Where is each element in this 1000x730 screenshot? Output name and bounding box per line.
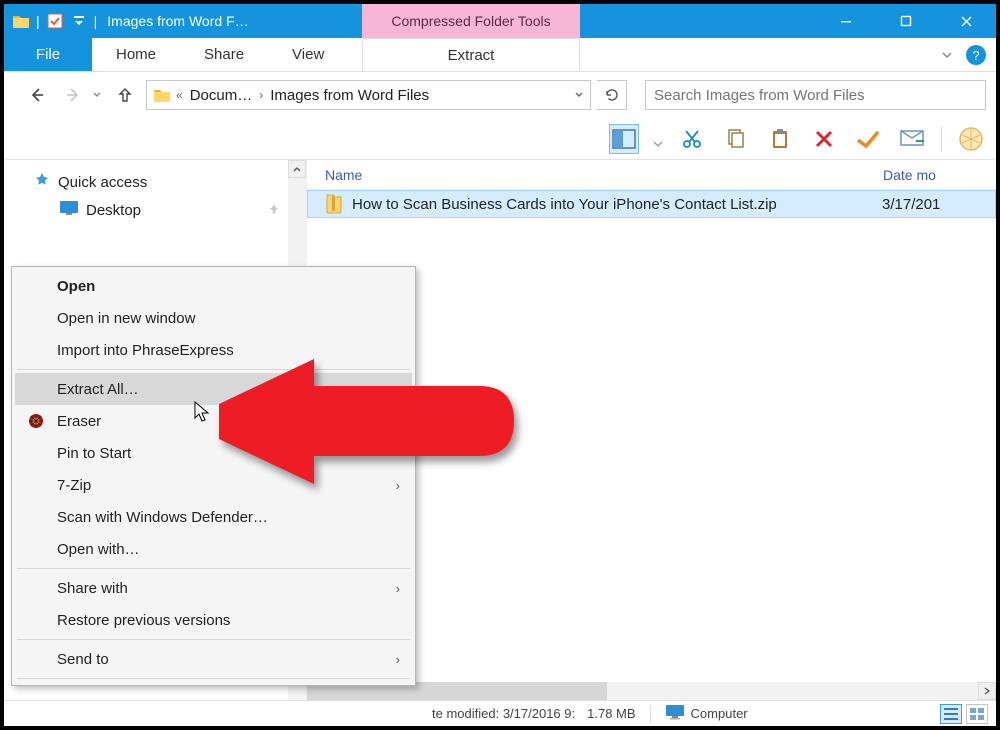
chevron-right-icon: › <box>396 652 400 667</box>
computer-icon <box>665 704 685 723</box>
folder-icon <box>12 12 30 30</box>
explorer-window: | | Images from Word F… Compressed Folde… <box>0 0 1000 730</box>
status-separator <box>650 705 651 723</box>
view-buttons <box>940 704 988 724</box>
checkbox-icon <box>46 12 64 30</box>
preview-pane-button[interactable] <box>609 124 639 154</box>
pin-icon <box>268 203 280 218</box>
status-modified-label: te modified: <box>432 706 499 721</box>
status-modified-value: 3/17/2016 9: <box>503 706 575 721</box>
toolbar <box>4 118 996 160</box>
menu-separator <box>17 568 410 569</box>
ribbon-collapse-icon[interactable] <box>940 38 954 72</box>
folder-icon <box>151 84 173 106</box>
menu-import-phraseexpress[interactable]: Import into PhraseExpress <box>15 334 412 366</box>
search-input[interactable] <box>645 80 986 110</box>
menu-eraser[interactable]: Eraser <box>15 405 412 437</box>
rename-button[interactable] <box>853 124 883 154</box>
column-date[interactable]: Date mo <box>877 167 996 183</box>
file-tab[interactable]: File <box>4 38 92 71</box>
maximize-button[interactable] <box>876 4 936 38</box>
scroll-right-button[interactable] <box>978 682 996 700</box>
chevron-right-icon: › <box>256 88 266 102</box>
address-bar[interactable]: « Docum… › Images from Word Files <box>146 80 591 110</box>
menu-scan-defender[interactable]: Scan with Windows Defender… <box>15 501 412 533</box>
address-bar-row: « Docum… › Images from Word Files <box>4 72 996 118</box>
file-date: 3/17/201 <box>876 196 940 213</box>
paste-button[interactable] <box>765 124 795 154</box>
back-button[interactable] <box>22 80 52 110</box>
forward-button[interactable] <box>58 80 88 110</box>
menu-extract-all[interactable]: Extract All… <box>15 373 412 405</box>
cut-button[interactable] <box>677 124 707 154</box>
menu-open-with[interactable]: Open with… <box>15 533 412 565</box>
file-name: How to Scan Business Cards into Your iPh… <box>346 196 876 213</box>
file-row[interactable]: How to Scan Business Cards into Your iPh… <box>307 190 996 218</box>
home-tab[interactable]: Home <box>92 38 180 71</box>
address-dropdown-icon[interactable] <box>568 90 590 100</box>
menu-restore-versions[interactable]: Restore previous versions <box>15 604 412 636</box>
sidebar-item-quick-access[interactable]: Quick access <box>4 168 306 196</box>
titlebar-sep: | <box>36 13 40 29</box>
icons-view-button[interactable] <box>966 704 988 724</box>
titlebar: | | Images from Word F… Compressed Folde… <box>4 4 996 38</box>
star-icon <box>34 172 50 192</box>
eraser-icon <box>27 412 45 430</box>
chevron-right-icon: › <box>396 581 400 596</box>
status-bar: te modified: 3/17/2016 9: 1.78 MB Comput… <box>4 700 996 726</box>
sidebar-item-label: Desktop <box>86 202 141 219</box>
email-button[interactable] <box>897 124 927 154</box>
shell-icon[interactable] <box>956 124 986 154</box>
details-view-button[interactable] <box>940 704 962 724</box>
share-tab[interactable]: Share <box>180 38 268 71</box>
up-button[interactable] <box>110 80 140 110</box>
chevron-right-icon: › <box>396 478 400 493</box>
help-button[interactable]: ? <box>966 38 986 72</box>
ribbon-tabs: File Home Share View Extract ? <box>4 38 996 72</box>
minimize-button[interactable] <box>816 4 876 38</box>
close-button[interactable] <box>936 4 996 38</box>
breadcrumb-segment[interactable]: Docum… <box>186 87 257 104</box>
breadcrumb-segment[interactable]: Images from Word Files <box>266 87 433 104</box>
scroll-up-button[interactable] <box>288 160 306 178</box>
menu-pin-to-start[interactable]: Pin to Start <box>15 437 412 469</box>
recent-locations-dropdown[interactable] <box>90 90 104 100</box>
menu-7zip[interactable]: 7-Zip› <box>15 469 412 501</box>
context-menu: Open Open in new window Import into Phra… <box>11 266 416 686</box>
desktop-icon <box>60 201 78 219</box>
sidebar-item-desktop[interactable]: Desktop <box>4 196 306 224</box>
column-headers: Name Date mo <box>307 160 996 190</box>
qat-dropdown-icon[interactable] <box>70 12 88 30</box>
menu-separator <box>17 639 410 640</box>
copy-button[interactable] <box>721 124 751 154</box>
column-name[interactable]: Name <box>307 167 877 183</box>
window-title: Images from Word F… <box>97 4 248 38</box>
sidebar-item-label: Quick access <box>58 174 147 191</box>
menu-send-to[interactable]: Send to› <box>15 643 412 675</box>
menu-share-with[interactable]: Share with› <box>15 572 412 604</box>
toolbar-separator <box>941 126 942 152</box>
menu-separator <box>17 369 410 370</box>
chevron-icon: « <box>173 88 186 102</box>
menu-separator <box>17 678 410 679</box>
compressed-folder-tools-tab: Compressed Folder Tools <box>362 4 580 38</box>
status-size: 1.78 MB <box>587 706 635 721</box>
refresh-button[interactable] <box>597 80 627 110</box>
view-tab[interactable]: View <box>268 38 348 71</box>
zip-file-icon <box>322 194 346 214</box>
menu-open-new-window[interactable]: Open in new window <box>15 302 412 334</box>
menu-open[interactable]: Open <box>15 270 412 302</box>
extract-tab[interactable]: Extract <box>362 38 580 72</box>
delete-button[interactable] <box>809 124 839 154</box>
status-computer: Computer <box>691 706 748 721</box>
